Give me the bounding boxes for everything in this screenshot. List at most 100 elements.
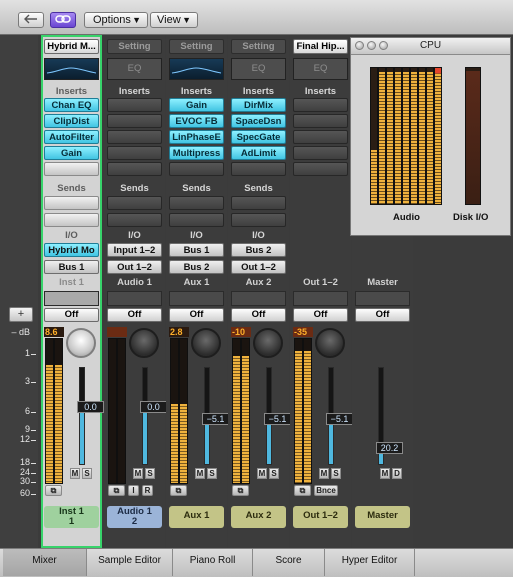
send-slot[interactable] — [169, 196, 224, 210]
tab-mixer[interactable]: Mixer — [3, 549, 87, 576]
insert-slot[interactable]: Multipress — [169, 146, 224, 160]
automation-mode-button[interactable]: Off — [355, 308, 410, 322]
channel-label[interactable]: Inst 11 — [44, 506, 99, 528]
insert-slot[interactable] — [107, 130, 162, 144]
input-monitor-button[interactable]: I — [128, 485, 139, 496]
send-slot[interactable] — [107, 196, 162, 210]
volume-fader-value[interactable]: −5.1 — [264, 413, 291, 425]
back-button[interactable] — [18, 12, 44, 28]
insert-slot[interactable]: EVOC FB — [169, 114, 224, 128]
cpu-titlebar[interactable]: CPU — [351, 38, 510, 55]
channel-strip[interactable]: Setting Inserts Gain EVOC FB LinPhaseE Multip… — [166, 35, 229, 548]
automation-mode-button[interactable]: Off — [107, 308, 162, 322]
automation-mode-button[interactable]: Off — [231, 308, 286, 322]
insert-slot[interactable]: Gain — [169, 98, 224, 112]
setting-button[interactable]: Setting — [107, 39, 162, 54]
automation-mode-button[interactable]: Off — [169, 308, 224, 322]
solo-button[interactable]: S — [145, 468, 155, 479]
volume-fader-track[interactable] — [142, 367, 148, 465]
volume-fader-value[interactable]: 0.0 — [140, 401, 167, 414]
insert-slot[interactable]: DirMix — [231, 98, 286, 112]
insert-slot[interactable]: AutoFilter — [44, 130, 99, 144]
pan-knob[interactable] — [129, 328, 159, 358]
pan-knob[interactable] — [66, 328, 96, 358]
options-menu[interactable]: Options ▼ — [84, 12, 148, 28]
channel-label[interactable]: Aux 1 — [169, 506, 224, 528]
mute-button[interactable]: M — [133, 468, 143, 479]
stereo-link-button[interactable]: ⧉ — [108, 485, 125, 496]
output-slot[interactable]: Bus 2 — [169, 260, 224, 274]
setting-button[interactable]: Hybrid M... — [44, 39, 99, 54]
group-slot[interactable] — [107, 291, 162, 306]
volume-fader-value[interactable]: −5.1 — [202, 413, 229, 425]
record-enable-button[interactable]: R — [142, 485, 153, 496]
solo-button[interactable]: S — [207, 468, 217, 479]
input-slot[interactable]: Bus 1 — [169, 243, 224, 257]
input-slot[interactable]: Input 1–2 — [107, 243, 162, 257]
group-slot[interactable] — [231, 291, 286, 306]
volume-fader-value[interactable]: 0.0 — [77, 401, 104, 414]
send-slot[interactable] — [231, 196, 286, 210]
group-slot[interactable] — [293, 291, 348, 306]
solo-button[interactable]: S — [331, 468, 341, 479]
insert-slot[interactable] — [169, 162, 224, 176]
insert-slot[interactable]: SpaceDsn — [231, 114, 286, 128]
cpu-window[interactable]: CPU Audio Disk I/O — [350, 37, 511, 236]
tab-piano-roll[interactable]: Piano Roll — [173, 549, 253, 576]
insert-slot[interactable]: ClipDist — [44, 114, 99, 128]
send-slot[interactable] — [231, 213, 286, 227]
automation-mode-button[interactable]: Off — [44, 308, 99, 322]
stereo-link-button[interactable]: ⧉ — [232, 485, 249, 496]
channel-label[interactable]: Out 1–2 — [293, 506, 348, 528]
insert-slot[interactable]: SpecGate — [231, 130, 286, 144]
insert-slot[interactable] — [107, 162, 162, 176]
output-slot[interactable]: Out 1–2 — [231, 260, 286, 274]
volume-fader-value[interactable]: −5.1 — [326, 413, 353, 425]
channel-label[interactable]: Audio 12 — [107, 506, 162, 528]
mute-button[interactable]: M — [257, 468, 267, 479]
pan-knob[interactable] — [191, 328, 221, 358]
solo-button[interactable]: S — [269, 468, 279, 479]
stereo-link-button[interactable]: ⧉ — [45, 485, 62, 496]
pan-knob[interactable] — [315, 328, 345, 358]
mute-button[interactable]: M — [70, 468, 80, 479]
insert-slot[interactable] — [293, 130, 348, 144]
eq-display[interactable] — [44, 58, 99, 80]
channel-strip[interactable]: Hybrid M... Inserts Chan EQ ClipDist AutoFil… — [41, 35, 104, 548]
send-slot[interactable] — [44, 196, 99, 210]
solo-button[interactable]: S — [82, 468, 92, 479]
insert-slot[interactable] — [107, 146, 162, 160]
insert-slot[interactable]: Gain — [44, 146, 99, 160]
setting-button[interactable]: Setting — [231, 39, 286, 54]
insert-slot[interactable] — [293, 146, 348, 160]
stereo-link-button[interactable]: ⧉ — [294, 485, 311, 496]
group-slot[interactable] — [355, 291, 410, 306]
automation-mode-button[interactable]: Off — [293, 308, 348, 322]
view-menu[interactable]: View ▼ — [150, 12, 198, 28]
channel-strip[interactable]: Setting EQ Inserts Sends I/O Input 1–2 Out 1–2… — [104, 35, 167, 548]
insert-slot[interactable]: Chan EQ — [44, 98, 99, 112]
tab-score[interactable]: Score — [253, 549, 325, 576]
input-slot[interactable]: Hybrid Mo — [44, 243, 99, 257]
group-slot[interactable] — [169, 291, 224, 306]
insert-slot[interactable]: LinPhaseE — [169, 130, 224, 144]
channel-strip[interactable]: Final Hip... EQ Inserts Out 1–2 Off -35 −5.1 M S… — [290, 35, 353, 548]
tab-hyper-editor[interactable]: Hyper Editor — [325, 549, 415, 576]
insert-slot[interactable] — [44, 162, 99, 176]
tab-sample-editor[interactable]: Sample Editor — [87, 549, 173, 576]
output-slot[interactable]: Out 1–2 — [107, 260, 162, 274]
insert-slot[interactable] — [293, 162, 348, 176]
volume-fader-value[interactable]: 20.2 — [376, 441, 403, 454]
group-slot[interactable] — [44, 291, 99, 306]
insert-slot[interactable]: AdLimit — [231, 146, 286, 160]
insert-slot[interactable] — [231, 162, 286, 176]
setting-button[interactable]: Final Hip... — [293, 39, 348, 54]
volume-fader-track[interactable] — [79, 367, 85, 465]
send-slot[interactable] — [169, 213, 224, 227]
mute-button[interactable]: M — [319, 468, 329, 479]
setting-button[interactable]: Setting — [169, 39, 224, 54]
dim-button[interactable]: D — [392, 468, 402, 479]
stereo-link-button[interactable]: ⧉ — [170, 485, 187, 496]
pan-knob[interactable] — [253, 328, 283, 358]
insert-slot[interactable] — [293, 98, 348, 112]
